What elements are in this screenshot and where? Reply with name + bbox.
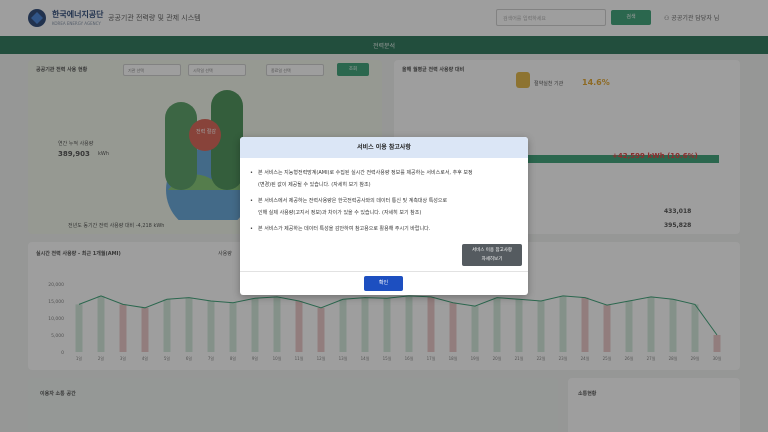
modal-body: 본 서비스는 지능형전력망계(AMI)로 수집된 실시간 전력사용량 정보를 제… (250, 167, 520, 235)
modal-title: 서비스 이용 참고사항 (240, 137, 528, 158)
confirm-button[interactable]: 확인 (364, 276, 403, 291)
notice-line: 본 서비스에서 제공하는 전력사용량은 한국전력공사와의 데이터 통신 및 계측… (250, 195, 520, 219)
detail-view-button[interactable]: 서비스 이용 참고사항 자세히보기 (462, 244, 522, 266)
notice-line: 본 서비스는 지능형전력망계(AMI)로 수집된 실시간 전력사용량 정보를 제… (250, 167, 520, 191)
modal-divider (240, 271, 528, 272)
notice-modal: 서비스 이용 참고사항 본 서비스는 지능형전력망계(AMI)로 수집된 실시간… (240, 137, 528, 295)
notice-line: 본 서비스가 제공하는 데이터 특성을 감안하여 참고용으로 활용해 주시기 바… (250, 223, 520, 235)
